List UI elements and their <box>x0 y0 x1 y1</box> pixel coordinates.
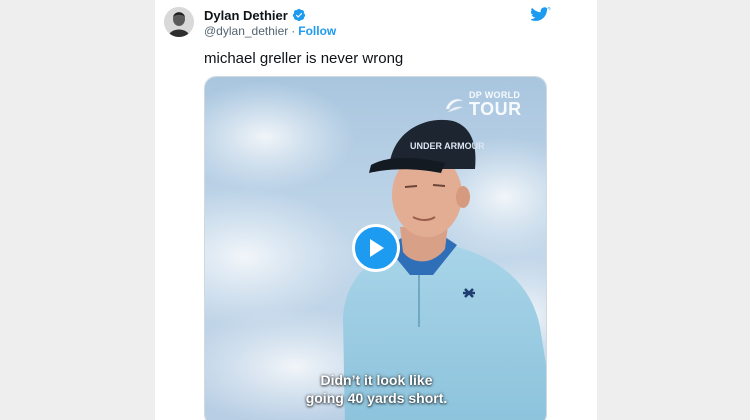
watermark-line-2: TOUR <box>469 99 522 119</box>
verified-badge-icon <box>292 8 306 22</box>
dp-world-tour-logo-icon <box>446 98 463 112</box>
avatar-photo <box>164 7 194 37</box>
dp-world-tour-watermark: DP WORLD TOUR <box>443 91 522 118</box>
play-button[interactable] <box>352 224 400 272</box>
handle-separator: · <box>291 24 296 38</box>
author-handle-row: @dylan_dethier · Follow <box>204 24 336 38</box>
tweet-card: Dylan Dethier @dylan_dethier · Follow mi… <box>155 0 597 420</box>
video-player[interactable]: UNDER ARMOUR DP WORLD TOUR Didn’t it loo… <box>204 76 547 420</box>
author-handle[interactable]: @dylan_dethier <box>204 24 288 38</box>
author-name-row: Dylan Dethier <box>204 6 306 24</box>
cap-logo-text: UNDER ARMOUR <box>410 141 485 151</box>
follow-button[interactable]: Follow <box>298 24 336 38</box>
caption-line-1: Didn’t it look like <box>320 372 433 388</box>
author-display-name[interactable]: Dylan Dethier <box>204 8 288 23</box>
video-caption: Didn’t it look like going 40 yards short… <box>205 371 546 407</box>
author-avatar[interactable] <box>164 7 194 37</box>
twitter-bird-icon[interactable] <box>529 6 551 29</box>
play-icon <box>370 239 384 257</box>
tweet-text: michael greller is never wrong <box>204 50 404 67</box>
caption-line-2: going 40 yards short. <box>305 390 448 406</box>
